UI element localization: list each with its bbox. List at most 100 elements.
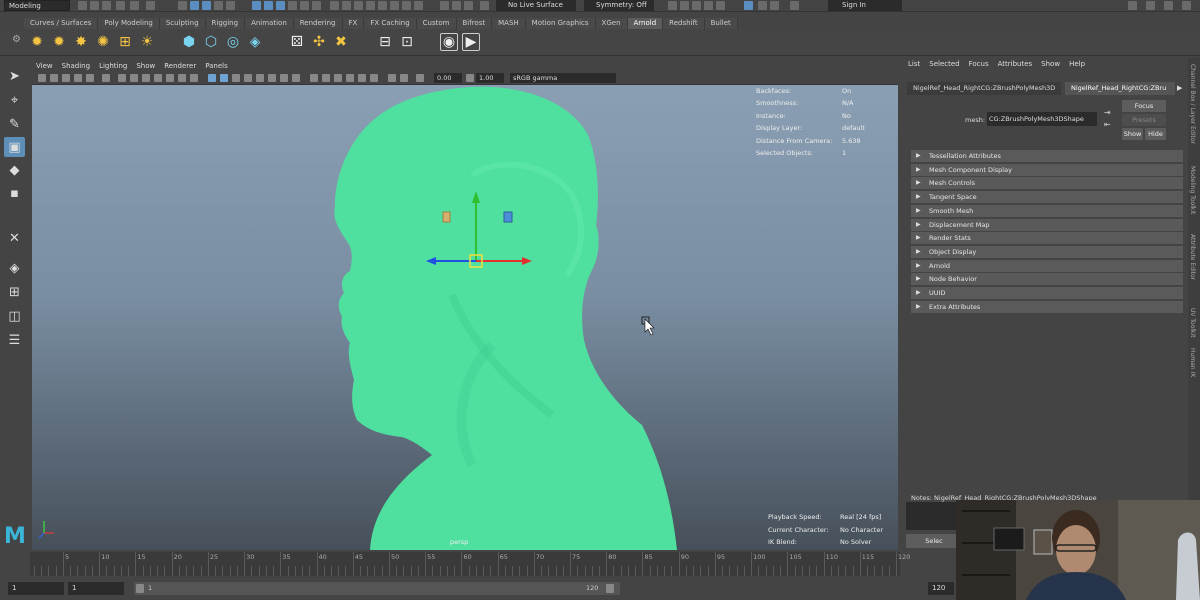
depth-of-field-icon[interactable]	[322, 74, 330, 82]
move-tool-icon[interactable]: ▣	[4, 137, 25, 157]
snap-grid-icon[interactable]	[252, 1, 261, 10]
mesh-light-icon[interactable]: ✹	[50, 33, 68, 51]
move-plane-handle[interactable]	[442, 211, 451, 223]
ae-menu-item[interactable]: Focus	[969, 60, 989, 68]
range-slider[interactable]: 1 120	[134, 582, 620, 595]
go-to-input-icon[interactable]: ⇥	[1104, 108, 1111, 117]
select-tool-icon[interactable]: ➤	[4, 66, 25, 86]
photometric-light-icon[interactable]: ✸	[72, 33, 90, 51]
history-icon[interactable]	[330, 1, 339, 10]
sign-in-menu[interactable]: Sign In	[828, 0, 902, 11]
field-chart-icon[interactable]	[166, 74, 174, 82]
xform-constraint-icon[interactable]	[668, 1, 677, 10]
flush-textures-icon[interactable]: ⚄	[288, 33, 306, 51]
shelf-tab[interactable]: MASH	[492, 18, 526, 29]
shelf-tab[interactable]: Sculpting	[159, 18, 206, 29]
ae-tab-transform[interactable]: NigelRef_Head_RightCG:ZBrushPolyMesh3D	[907, 82, 1062, 95]
camera-select-icon[interactable]	[38, 74, 46, 82]
lock-selection-icon[interactable]	[214, 1, 223, 10]
outliner-view-icon[interactable]: ☰	[4, 330, 25, 350]
presets-button[interactable]: Presets	[1122, 114, 1166, 126]
area-light-icon[interactable]: ✹	[28, 33, 46, 51]
render-region-icon[interactable]	[716, 1, 725, 10]
grid-icon[interactable]	[118, 74, 126, 82]
wireframe-icon[interactable]	[208, 74, 216, 82]
layout-icon[interactable]	[1146, 1, 1155, 10]
viewport-menu-item[interactable]: Shading	[62, 61, 90, 72]
ipr-render-icon[interactable]	[366, 1, 375, 10]
end-time-field[interactable]: 120	[928, 582, 954, 595]
play-icon[interactable]: ▶	[462, 33, 480, 51]
render-icon[interactable]	[354, 1, 363, 10]
shelf-tab[interactable]: FX	[342, 18, 365, 29]
flush-all-icon[interactable]: ✖	[332, 33, 350, 51]
shelf-tab[interactable]: Bifrost	[456, 18, 493, 29]
hypershade-icon[interactable]	[390, 1, 399, 10]
shelf-tab[interactable]: Animation	[245, 18, 294, 29]
time-editor-icon[interactable]	[744, 1, 753, 10]
ae-section[interactable]: Displacement Map	[911, 218, 1183, 231]
color-management-icon[interactable]	[416, 74, 424, 82]
lasso-tool-icon[interactable]: ⌖	[4, 90, 25, 110]
open-scene-icon[interactable]	[90, 1, 99, 10]
gamma-field[interactable]: 1.00	[476, 73, 504, 83]
workspace-icon[interactable]	[1128, 1, 1137, 10]
viewport-menu-item[interactable]: View	[36, 61, 53, 72]
select-hierarchy-icon[interactable]	[178, 1, 187, 10]
physical-sky-icon[interactable]: ☀	[138, 33, 156, 51]
snap-curve-icon[interactable]	[264, 1, 273, 10]
construction-history-icon[interactable]	[342, 1, 351, 10]
render-view-icon[interactable]	[402, 1, 411, 10]
select-component-icon[interactable]	[202, 1, 211, 10]
safe-title-icon[interactable]	[190, 74, 198, 82]
save-scene-icon[interactable]	[102, 1, 111, 10]
bookmark-icon[interactable]	[62, 74, 70, 82]
two-view-icon[interactable]: ◫	[4, 306, 25, 326]
single-view-icon[interactable]: ◈	[4, 258, 25, 278]
export-standin-icon[interactable]: ◈	[246, 33, 264, 51]
ae-section[interactable]: Render Stats	[911, 232, 1183, 245]
shelf-tab[interactable]: Rigging	[205, 18, 246, 29]
side-tab[interactable]: Modeling Toolkit	[1189, 166, 1196, 214]
select-button[interactable]: Selec	[906, 534, 962, 548]
ae-section[interactable]: Node Behavior	[911, 273, 1183, 286]
shelf-tab[interactable]: Redshift	[663, 18, 705, 29]
grease-pencil-icon[interactable]	[102, 74, 110, 82]
ae-tab-shape[interactable]: NigelRef_Head_RightCG:ZBru	[1065, 82, 1175, 95]
ae-menu-item[interactable]: List	[908, 60, 920, 68]
skydome-light-icon[interactable]: ✺	[94, 33, 112, 51]
shelf-tab[interactable]: Rendering	[293, 18, 343, 29]
exposure-field[interactable]: 0.00	[434, 73, 462, 83]
ae-section[interactable]: Mesh Component Display	[911, 163, 1183, 176]
light-portal-icon[interactable]: ⊞	[116, 33, 134, 51]
film-gate-icon[interactable]	[130, 74, 138, 82]
xray-icon[interactable]	[346, 74, 354, 82]
shelf-tab[interactable]: Custom	[416, 18, 457, 29]
ae-section[interactable]: Mesh Controls	[911, 177, 1183, 190]
shelf-tab[interactable]: Poly Modeling	[98, 18, 160, 29]
side-tab[interactable]: UV Toolkit	[1189, 308, 1196, 338]
snap-point-icon[interactable]	[276, 1, 285, 10]
shelf-tab[interactable]: FX Caching	[364, 18, 417, 29]
safe-action-icon[interactable]	[178, 74, 186, 82]
render-view-shelf-icon[interactable]: ⊟	[376, 33, 394, 51]
shelf-tab[interactable]: XGen	[595, 18, 628, 29]
textured-icon[interactable]	[244, 74, 252, 82]
render-settings-icon[interactable]	[378, 1, 387, 10]
ae-menu-item[interactable]: Selected	[929, 60, 959, 68]
four-view-icon[interactable]: ⊞	[4, 282, 25, 302]
flush-lights-icon[interactable]: ✣	[310, 33, 328, 51]
shelf-tab[interactable]: Bullet	[704, 18, 738, 29]
snap-projected-icon[interactable]	[288, 1, 297, 10]
lights-icon[interactable]	[256, 74, 264, 82]
shadows-icon[interactable]	[268, 74, 276, 82]
range-slider-right-handle[interactable]	[606, 584, 614, 593]
notes-field[interactable]	[906, 502, 962, 530]
ae-section[interactable]: Arnold	[911, 259, 1183, 272]
motion-blur-icon[interactable]	[292, 74, 300, 82]
side-tab[interactable]: Channel Box / Layer Editor	[1189, 64, 1196, 144]
select-object-icon[interactable]	[190, 1, 199, 10]
anti-alias-icon[interactable]	[310, 74, 318, 82]
gate-mask-icon[interactable]	[154, 74, 162, 82]
camera-tools-icon[interactable]	[480, 1, 489, 10]
